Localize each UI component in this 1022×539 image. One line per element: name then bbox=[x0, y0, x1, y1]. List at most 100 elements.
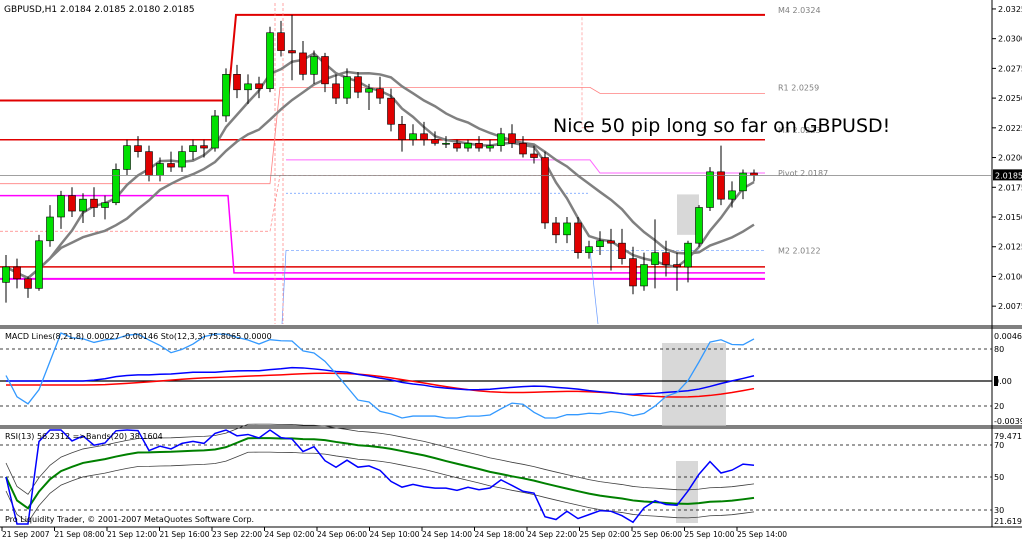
candle-body bbox=[178, 151, 186, 168]
candle-body bbox=[332, 83, 340, 99]
time-tick-label: 23 Sep 22:00 bbox=[212, 530, 262, 539]
candle-body bbox=[156, 163, 164, 176]
candle-body bbox=[343, 76, 351, 99]
rsi-label: RSI(13) 56.2312 =>Bands(20) 38.1604 bbox=[5, 432, 163, 441]
candle-body bbox=[145, 151, 153, 176]
candle-body bbox=[673, 264, 681, 268]
candle-body bbox=[387, 97, 395, 125]
time-tick-label: 24 Sep 10:00 bbox=[370, 530, 420, 539]
candle-body bbox=[728, 190, 736, 200]
candle-body bbox=[486, 145, 494, 149]
candle-body bbox=[607, 240, 615, 244]
candle-body bbox=[354, 76, 362, 93]
annotation-text: Nice 50 pip long so far on GBPUSD! bbox=[553, 115, 890, 137]
candle-body bbox=[376, 88, 384, 99]
candle-body bbox=[57, 195, 65, 218]
candle-body bbox=[464, 142, 472, 149]
price-tick-label: 2.0125 bbox=[998, 243, 1022, 252]
candle-body bbox=[398, 123, 406, 141]
price-tick-label: 2.0275 bbox=[998, 64, 1022, 73]
price-tick-label: 2.0200 bbox=[998, 154, 1022, 163]
candle-body bbox=[431, 139, 439, 144]
candle-body bbox=[530, 153, 538, 158]
chart-title: GBPUSD,H1 2.0184 2.0185 2.0180 2.0185 bbox=[4, 5, 195, 15]
candle-body bbox=[310, 56, 318, 75]
candle-body bbox=[651, 252, 659, 265]
price-tick-label: 2.0150 bbox=[998, 213, 1022, 222]
candle-body bbox=[497, 133, 505, 146]
time-tick-label: 21 Sep 12:00 bbox=[107, 530, 157, 539]
pivot-label: Pivot 2.0187 bbox=[778, 169, 828, 178]
chart-canvas[interactable]: M4 2.0324R1 2.0259M3 2.0223Pivot 2.0187M… bbox=[0, 0, 1022, 539]
macd-tick-label: 0.00464 bbox=[994, 332, 1022, 341]
candle-body bbox=[222, 74, 230, 117]
price-tick-label: 2.0325 bbox=[998, 5, 1022, 14]
candle-body bbox=[717, 171, 725, 200]
rsi-tick-label: 50 bbox=[994, 473, 1004, 482]
candle-body bbox=[90, 198, 98, 208]
candle-body bbox=[541, 157, 549, 224]
time-tick-label: 24 Sep 14:00 bbox=[422, 530, 472, 539]
background bbox=[0, 0, 1022, 539]
price-tick-label: 2.0175 bbox=[998, 183, 1022, 192]
price-tick-label: 2.0100 bbox=[998, 272, 1022, 281]
price-tick-label: 2.0075 bbox=[998, 302, 1022, 311]
time-tick-label: 24 Sep 18:00 bbox=[475, 530, 525, 539]
candle-body bbox=[365, 88, 373, 93]
candle-body bbox=[629, 258, 637, 287]
candle-body bbox=[695, 207, 703, 244]
candle-body bbox=[684, 242, 692, 268]
candle-body bbox=[233, 74, 241, 91]
macd-tick-label: -0.00392 bbox=[994, 417, 1022, 426]
time-tick-label: 24 Sep 22:00 bbox=[527, 530, 577, 539]
candle-body bbox=[211, 115, 219, 149]
candle-body bbox=[123, 145, 131, 170]
candle-body bbox=[266, 32, 274, 89]
candle-body bbox=[277, 32, 285, 51]
time-tick-label: 24 Sep 06:00 bbox=[317, 530, 367, 539]
candle-body bbox=[574, 222, 582, 253]
chart-window: M4 2.0324 R1 2.0259 M3 2.0223 Pivot 2.0187 M… bbox=[0, 0, 1022, 539]
time-tick-label: 21 Sep 08:00 bbox=[55, 530, 105, 539]
macd-label: MACD Lines(8,21,8) 0.00027 -0.00146 Sto(… bbox=[5, 332, 272, 341]
candle-body bbox=[618, 242, 626, 259]
pivot-label: R1 2.0259 bbox=[778, 83, 819, 92]
candle-body bbox=[640, 264, 648, 287]
candle-body bbox=[112, 169, 120, 204]
footer-copyright: Pro Liquidity Trader, © 2001-2007 MetaQu… bbox=[5, 515, 254, 524]
candle-body bbox=[13, 266, 21, 280]
time-tick-label: 25 Sep 14:00 bbox=[737, 530, 787, 539]
candle-body bbox=[442, 142, 450, 145]
candle-body bbox=[299, 52, 307, 75]
candle-body bbox=[420, 133, 428, 141]
candle-body bbox=[475, 142, 483, 149]
candle-body bbox=[167, 163, 175, 168]
candle-body bbox=[24, 278, 32, 289]
rsi-tick-label: 21.6197 bbox=[994, 517, 1022, 526]
macd-zero-marker bbox=[994, 376, 998, 386]
candle-body bbox=[508, 133, 516, 144]
candle-body bbox=[563, 222, 571, 236]
candle-body bbox=[321, 56, 329, 85]
time-tick-label: 21 Sep 2007 bbox=[2, 530, 50, 539]
price-tick-label: 2.0225 bbox=[998, 124, 1022, 133]
candle-body bbox=[409, 133, 417, 141]
rsi-tick-label: 79.4712 bbox=[994, 432, 1022, 441]
candle-body bbox=[2, 266, 10, 283]
candle-body bbox=[662, 252, 670, 265]
price-tick-label: 2.0250 bbox=[998, 94, 1022, 103]
candle-body bbox=[79, 198, 87, 212]
candle-body bbox=[189, 145, 197, 152]
candle-body bbox=[244, 83, 252, 91]
current-price-label: 2.0185 bbox=[995, 171, 1022, 180]
candle-body bbox=[453, 142, 461, 149]
candle-body bbox=[35, 240, 43, 289]
candle-body bbox=[596, 240, 604, 248]
pivot-label: M4 2.0324 bbox=[778, 6, 821, 15]
time-tick-label: 25 Sep 02:00 bbox=[580, 530, 630, 539]
candle-body bbox=[101, 202, 109, 208]
candle-body bbox=[750, 172, 758, 176]
time-tick-label: 25 Sep 10:00 bbox=[685, 530, 735, 539]
candle-body bbox=[706, 171, 714, 208]
candle-body bbox=[200, 145, 208, 149]
